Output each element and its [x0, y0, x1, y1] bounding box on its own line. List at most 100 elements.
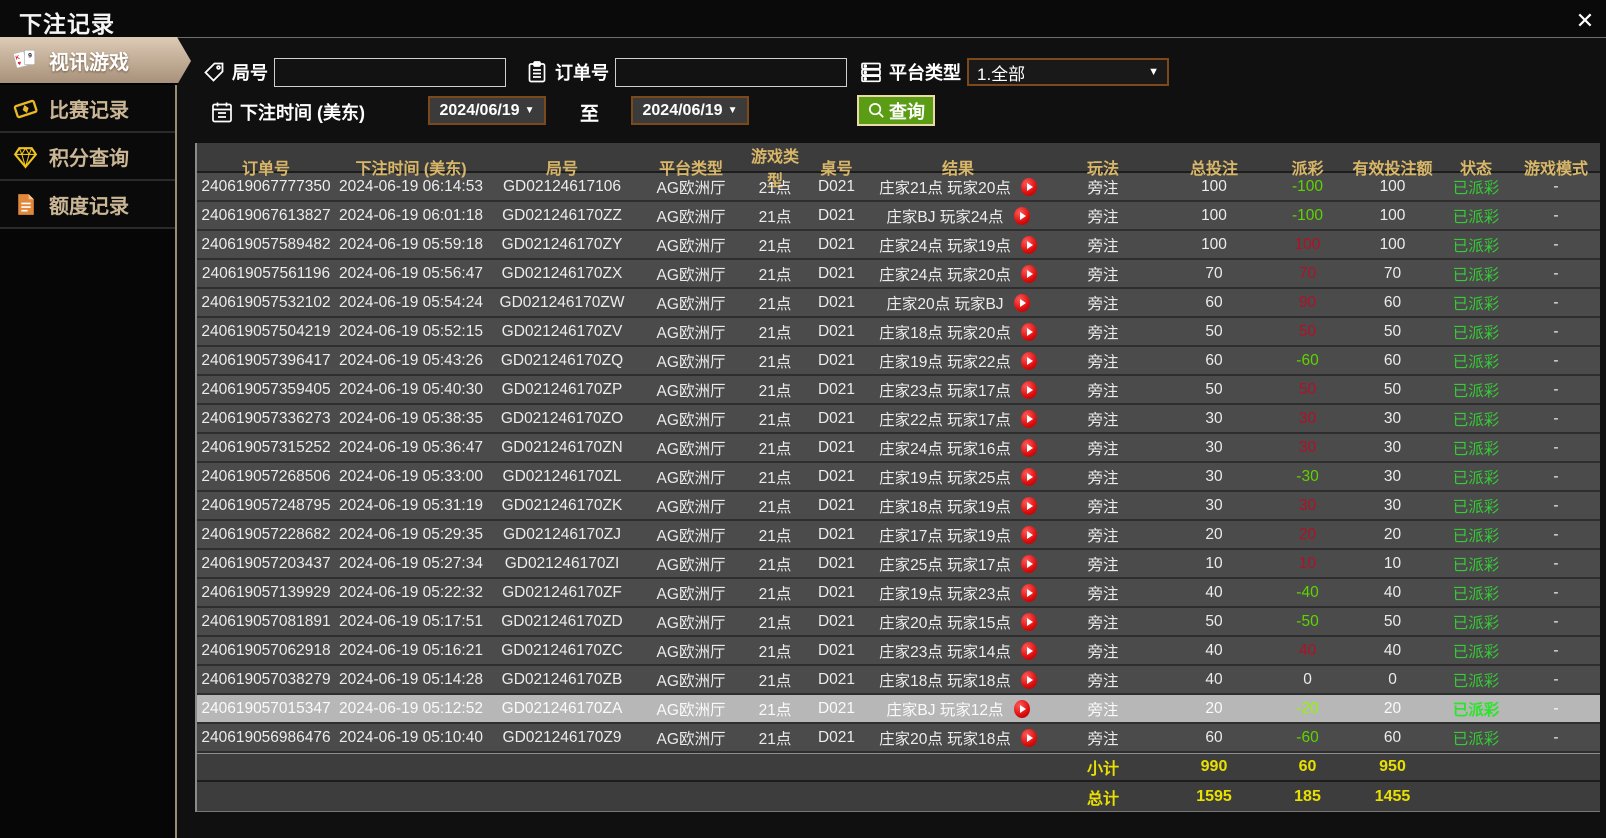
platform-cell: AG欧洲厅 — [637, 698, 745, 720]
platform-cell: AG欧洲厅 — [637, 524, 745, 546]
game-type-cell: 21点 — [745, 379, 805, 401]
sidebar-item-points-query[interactable]: 积分查询 — [0, 133, 175, 181]
table-row[interactable]: 2406190575042192024-06-19 05:52:15GD0212… — [197, 318, 1600, 347]
play-video-icon[interactable] — [1021, 439, 1037, 457]
round-input[interactable] — [274, 58, 506, 87]
table-row[interactable]: 2406190575321022024-06-19 05:54:24GD0212… — [197, 289, 1600, 318]
valid-bet-cell: 30 — [1345, 410, 1440, 428]
play-video-icon[interactable] — [1021, 729, 1037, 747]
status-cell: 已派彩 — [1440, 379, 1512, 401]
play-video-icon[interactable] — [1021, 526, 1037, 544]
table-row[interactable]: 2406190677773502024-06-19 06:14:53GD0212… — [197, 173, 1600, 202]
result-text: 庄家BJ 玩家24点 — [886, 205, 1003, 227]
game-type-cell: 21点 — [745, 176, 805, 198]
play-video-icon[interactable] — [1021, 468, 1037, 486]
play-video-icon[interactable] — [1021, 323, 1037, 341]
sidebar-item-video-games[interactable]: K ♥ 9 视讯游戏 — [0, 37, 191, 85]
play-type-cell: 旁注 — [1048, 408, 1158, 430]
total-bet-cell: 100 — [1158, 207, 1270, 225]
play-video-icon[interactable] — [1021, 352, 1037, 370]
round-no-cell: GD021246170ZO — [487, 410, 637, 428]
document-icon — [12, 191, 39, 218]
game-mode-cell: - — [1512, 700, 1600, 718]
total-bet-sum: 990 — [1158, 758, 1270, 776]
play-video-icon[interactable] — [1014, 207, 1030, 225]
table-no-cell: D021 — [805, 381, 868, 399]
svg-text:9: 9 — [28, 52, 32, 59]
play-type-cell: 旁注 — [1048, 466, 1158, 488]
payout-cell: 30 — [1270, 410, 1345, 428]
play-video-icon[interactable] — [1021, 381, 1037, 399]
chevron-down-icon: ▼ — [728, 105, 738, 116]
table-row[interactable]: 2406190572487952024-06-19 05:31:19GD0212… — [197, 492, 1600, 521]
query-button[interactable]: 查询 — [857, 95, 935, 126]
platform-cell: AG欧洲厅 — [637, 379, 745, 401]
play-video-icon[interactable] — [1021, 642, 1037, 660]
total-bet-cell: 30 — [1158, 439, 1270, 457]
play-video-icon[interactable] — [1021, 265, 1037, 283]
table-row[interactable]: 2406190572685062024-06-19 05:33:00GD0212… — [197, 463, 1600, 492]
table-row[interactable]: 2406190573362732024-06-19 05:38:35GD0212… — [197, 405, 1600, 434]
play-video-icon[interactable] — [1014, 700, 1030, 718]
table-row[interactable]: 2406190570629182024-06-19 05:16:21GD0212… — [197, 637, 1600, 666]
result-text: 庄家24点 玩家20点 — [879, 263, 1011, 285]
close-icon[interactable]: ✕ — [1572, 8, 1598, 34]
game-mode-cell: - — [1512, 410, 1600, 428]
total-label: 总计 — [1048, 785, 1158, 809]
play-video-icon[interactable] — [1021, 178, 1037, 196]
valid-bet-sum: 950 — [1345, 758, 1440, 776]
date-to-picker[interactable]: 2024/06/19 ▼ — [631, 96, 749, 125]
play-type-cell: 旁注 — [1048, 263, 1158, 285]
bet-time-cell: 2024-06-19 05:33:00 — [335, 468, 487, 486]
table-row[interactable]: 2406190571399292024-06-19 05:22:32GD0212… — [197, 579, 1600, 608]
play-video-icon[interactable] — [1021, 236, 1037, 254]
valid-bet-cell: 0 — [1345, 671, 1440, 689]
total-bet-cell: 20 — [1158, 526, 1270, 544]
table-row[interactable]: 2406190573964172024-06-19 05:43:26GD0212… — [197, 347, 1600, 376]
table-row[interactable]: 2406190676138272024-06-19 06:01:18GD0212… — [197, 202, 1600, 231]
table-row[interactable]: 2406190573594052024-06-19 05:40:30GD0212… — [197, 376, 1600, 405]
table-row[interactable]: 2406190575611962024-06-19 05:56:47GD0212… — [197, 260, 1600, 289]
game-type-cell: 21点 — [745, 611, 805, 633]
sidebar: K ♥ 9 视讯游戏 比赛记录 — [0, 37, 177, 838]
platform-cell: AG欧洲厅 — [637, 669, 745, 691]
play-video-icon[interactable] — [1021, 671, 1037, 689]
order-no-cell: 240619057248795 — [197, 497, 335, 515]
table-row[interactable]: 2406190570818912024-06-19 05:17:51GD0212… — [197, 608, 1600, 637]
result-text: 庄家23点 玩家14点 — [879, 640, 1011, 662]
table-no-cell: D021 — [805, 352, 868, 370]
table-no-cell: D021 — [805, 584, 868, 602]
table-row[interactable]: 2406190573152522024-06-19 05:36:47GD0212… — [197, 434, 1600, 463]
column-header: 有效投注额 — [1345, 155, 1440, 179]
payout-cell: -100 — [1270, 178, 1345, 196]
platform-cell: AG欧洲厅 — [637, 205, 745, 227]
order-no-cell: 240619057336273 — [197, 410, 335, 428]
valid-bet-cell: 50 — [1345, 381, 1440, 399]
sidebar-item-quota-records[interactable]: 额度记录 — [0, 181, 175, 229]
platform-cell: AG欧洲厅 — [637, 495, 745, 517]
date-from-picker[interactable]: 2024/06/19 ▼ — [428, 96, 546, 125]
order-no-cell: 240619057062918 — [197, 642, 335, 660]
table-row[interactable]: 2406190569864762024-06-19 05:10:40GD0212… — [197, 724, 1600, 753]
result-cell: 庄家20点 玩家BJ — [868, 292, 1048, 314]
table-row[interactable]: 2406190572286822024-06-19 05:29:35GD0212… — [197, 521, 1600, 550]
table-row[interactable]: 2406190572034372024-06-19 05:27:34GD0212… — [197, 550, 1600, 579]
play-video-icon[interactable] — [1014, 294, 1030, 312]
table-row[interactable]: 2406190575894822024-06-19 05:59:18GD0212… — [197, 231, 1600, 260]
play-video-icon[interactable] — [1021, 410, 1037, 428]
order-input[interactable] — [615, 58, 847, 87]
play-video-icon[interactable] — [1021, 555, 1037, 573]
platform-cell: AG欧洲厅 — [637, 437, 745, 459]
platform-selected-value: 1.全部 — [977, 60, 1025, 85]
platform-select[interactable]: 1.全部 ▼ — [967, 58, 1169, 86]
table-row[interactable]: 2406190570153472024-06-19 05:12:52GD0212… — [197, 695, 1600, 724]
play-video-icon[interactable] — [1021, 613, 1037, 631]
game-type-cell: 21点 — [745, 408, 805, 430]
play-type-cell: 旁注 — [1048, 205, 1158, 227]
table-row[interactable]: 2406190570382792024-06-19 05:14:28GD0212… — [197, 666, 1600, 695]
sidebar-item-match-records[interactable]: 比赛记录 — [0, 85, 175, 133]
play-video-icon[interactable] — [1021, 584, 1037, 602]
order-no-cell: 240619057589482 — [197, 236, 335, 254]
order-no-cell: 240619057015347 — [197, 700, 335, 718]
play-video-icon[interactable] — [1021, 497, 1037, 515]
